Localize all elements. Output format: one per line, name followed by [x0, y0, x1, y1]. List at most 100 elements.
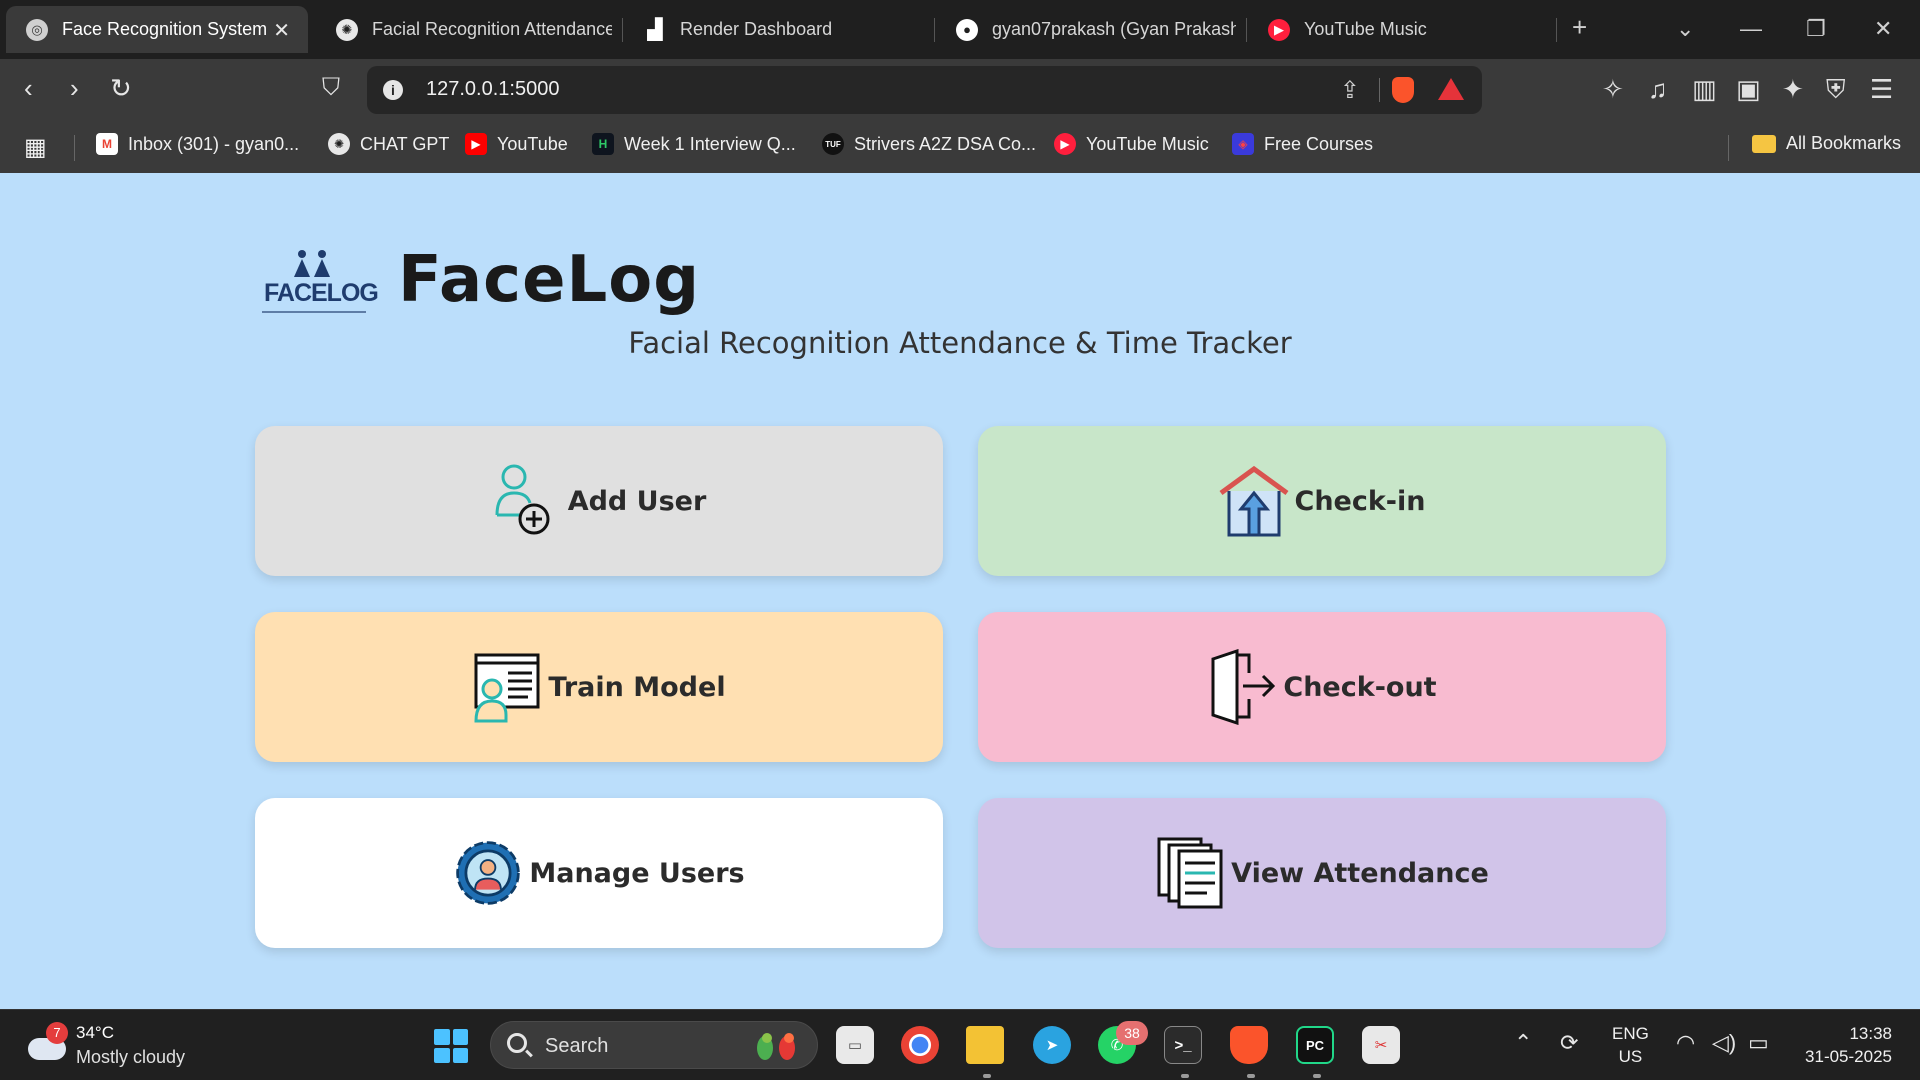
brave-icon[interactable]	[1230, 1026, 1268, 1064]
running-indicator	[1247, 1074, 1255, 1078]
add-user-button[interactable]: Add User	[255, 426, 943, 576]
tab-face-recognition-system[interactable]: ◎ Face Recognition System ✕	[6, 6, 308, 53]
logo-text: FACELOG	[264, 279, 379, 307]
bookmark-label: Inbox (301) - gyan0...	[128, 133, 300, 154]
brave-shields-icon[interactable]	[1392, 77, 1414, 103]
card-label: Add User	[567, 485, 707, 517]
search-placeholder: Search	[545, 1035, 609, 1057]
close-window-button[interactable]: ✕	[1874, 16, 1892, 42]
train-model-button[interactable]: Train Model	[255, 612, 943, 762]
youtube-music-icon: ▶	[1268, 18, 1290, 41]
clock-date: 31-05-2025	[1805, 1047, 1892, 1066]
task-view-icon[interactable]: ▭	[836, 1026, 874, 1064]
youtube-music-icon: ▶	[1054, 133, 1076, 155]
running-indicator	[1313, 1074, 1321, 1078]
tab-title: Render Dashboard	[680, 19, 833, 39]
minimize-button[interactable]: —	[1740, 16, 1762, 42]
start-button[interactable]	[434, 1029, 468, 1063]
whatsapp-badge: 38	[1116, 1021, 1148, 1045]
running-indicator	[1181, 1074, 1189, 1078]
terminal-icon[interactable]: >_	[1164, 1026, 1202, 1064]
card-label: Check-in	[1294, 485, 1426, 517]
bookmark-gmail[interactable]: M Inbox (301) - gyan0...	[96, 133, 299, 155]
bookmarks-bar: ▦ M Inbox (301) - gyan0... ✺ CHAT GPT ▶ …	[0, 121, 1920, 173]
tab-title: gyan07prakash (Gyan Prakash	[992, 19, 1236, 39]
file-explorer-icon[interactable]	[966, 1026, 1004, 1064]
extensions-icon[interactable]: ✧	[1602, 74, 1624, 104]
sync-icon[interactable]: ⟳	[1560, 1028, 1578, 1058]
search-icon	[507, 1033, 527, 1053]
browser-toolbar: ‹ › ↻ ⛉ i 127.0.0.1:5000 ⇪ ✧ ♫ ▥ ▣ ✦ ⛨ ☰	[0, 59, 1920, 121]
weather-widget[interactable]: 7 34°C Mostly cloudy	[28, 1022, 248, 1072]
volume-icon[interactable]: ◁)	[1712, 1028, 1736, 1058]
menu-icon[interactable]: ☰	[1870, 74, 1893, 104]
new-tab-button[interactable]: +	[1572, 12, 1587, 43]
brave-rewards-icon[interactable]	[1438, 78, 1464, 100]
forward-button[interactable]: ›	[70, 73, 79, 103]
manage-users-button[interactable]: Manage Users	[255, 798, 943, 948]
running-indicator	[983, 1074, 991, 1078]
media-icon[interactable]: ♫	[1648, 74, 1668, 104]
wallet-icon[interactable]: ▣	[1736, 74, 1761, 104]
github-icon: ●	[956, 18, 978, 41]
address-divider	[1379, 78, 1380, 102]
restore-button[interactable]: ❐	[1806, 16, 1826, 42]
address-bar[interactable]: i 127.0.0.1:5000 ⇪	[367, 66, 1482, 114]
battery-icon[interactable]: ▭	[1748, 1028, 1769, 1058]
check-in-button[interactable]: Check-in	[978, 426, 1666, 576]
wifi-icon[interactable]: ◠	[1676, 1028, 1695, 1058]
card-label: Check-out	[1283, 671, 1437, 703]
tab-facial-recognition-attendance[interactable]: ✺ Facial Recognition Attendance	[316, 6, 612, 53]
pycharm-icon[interactable]: PC	[1296, 1026, 1334, 1064]
chrome-icon[interactable]	[901, 1026, 939, 1064]
system-clock[interactable]: 13:38 31-05-2025	[1805, 1022, 1892, 1068]
bookmark-youtube-music[interactable]: ▶ YouTube Music	[1054, 133, 1209, 155]
tab-youtube-music[interactable]: ▶ YouTube Music	[1248, 6, 1548, 53]
tab-github[interactable]: ● gyan07prakash (Gyan Prakash	[936, 6, 1236, 53]
bookmark-chat-gpt[interactable]: ✺ CHAT GPT	[328, 133, 449, 155]
tab-divider	[934, 18, 935, 42]
bookmark-strivers-a2z[interactable]: TUF Strivers A2Z DSA Co...	[822, 133, 1036, 155]
view-attendance-button[interactable]: View Attendance	[978, 798, 1666, 948]
address-url[interactable]: 127.0.0.1:5000	[426, 78, 559, 101]
logo-underline	[262, 311, 366, 313]
folder-icon	[1752, 134, 1776, 153]
all-bookmarks[interactable]: All Bookmarks	[1752, 133, 1901, 154]
tab-render-dashboard[interactable]: ▟ Render Dashboard	[624, 6, 924, 53]
share-icon[interactable]: ⇪	[1340, 76, 1360, 105]
sidebar-icon[interactable]: ▥	[1692, 74, 1717, 104]
bookmarks-divider	[74, 135, 75, 161]
bookmark-week1-interview[interactable]: H Week 1 Interview Q...	[592, 133, 796, 155]
check-out-button[interactable]: Check-out	[978, 612, 1666, 762]
language-indicator[interactable]: ENG US	[1612, 1022, 1649, 1068]
check-in-icon	[1219, 465, 1288, 537]
card-label: View Attendance	[1231, 857, 1489, 889]
snipping-tool-icon[interactable]: ✂	[1362, 1026, 1400, 1064]
tab-search-button[interactable]: ⌄	[1676, 16, 1694, 42]
show-hidden-icons[interactable]: ⌃	[1514, 1028, 1532, 1058]
tab-divider	[622, 18, 623, 42]
page-title: FaceLog	[398, 243, 701, 317]
weather-badge: 7	[46, 1022, 68, 1044]
bookmark-icon[interactable]: ⛉	[322, 73, 340, 103]
bookmark-label: CHAT GPT	[360, 133, 450, 154]
leo-ai-icon[interactable]: ✦	[1782, 74, 1804, 104]
bookmark-label: Free Courses	[1264, 133, 1374, 154]
back-button[interactable]: ‹	[24, 73, 33, 103]
tab-title: Face Recognition System	[62, 19, 268, 39]
weather-condition: Mostly cloudy	[76, 1047, 186, 1067]
vpn-icon[interactable]: ⛨	[1826, 74, 1846, 104]
bookmark-label: YouTube	[497, 133, 568, 154]
reload-button[interactable]: ↻	[110, 73, 132, 103]
apps-grid-icon[interactable]: ▦	[24, 133, 47, 162]
bookmark-label: All Bookmarks	[1786, 133, 1902, 153]
close-icon[interactable]: ✕	[273, 18, 290, 43]
bookmark-free-courses[interactable]: ◈ Free Courses	[1232, 133, 1373, 155]
bookmark-youtube[interactable]: ▶ YouTube	[465, 133, 568, 155]
telegram-icon[interactable]: ➤	[1033, 1026, 1071, 1064]
taskbar-search[interactable]: Search	[490, 1021, 818, 1069]
tab-divider	[1556, 18, 1557, 42]
parrots-icon	[757, 1033, 795, 1060]
site-info-icon[interactable]: i	[383, 80, 403, 100]
clock-time: 13:38	[1849, 1024, 1892, 1043]
